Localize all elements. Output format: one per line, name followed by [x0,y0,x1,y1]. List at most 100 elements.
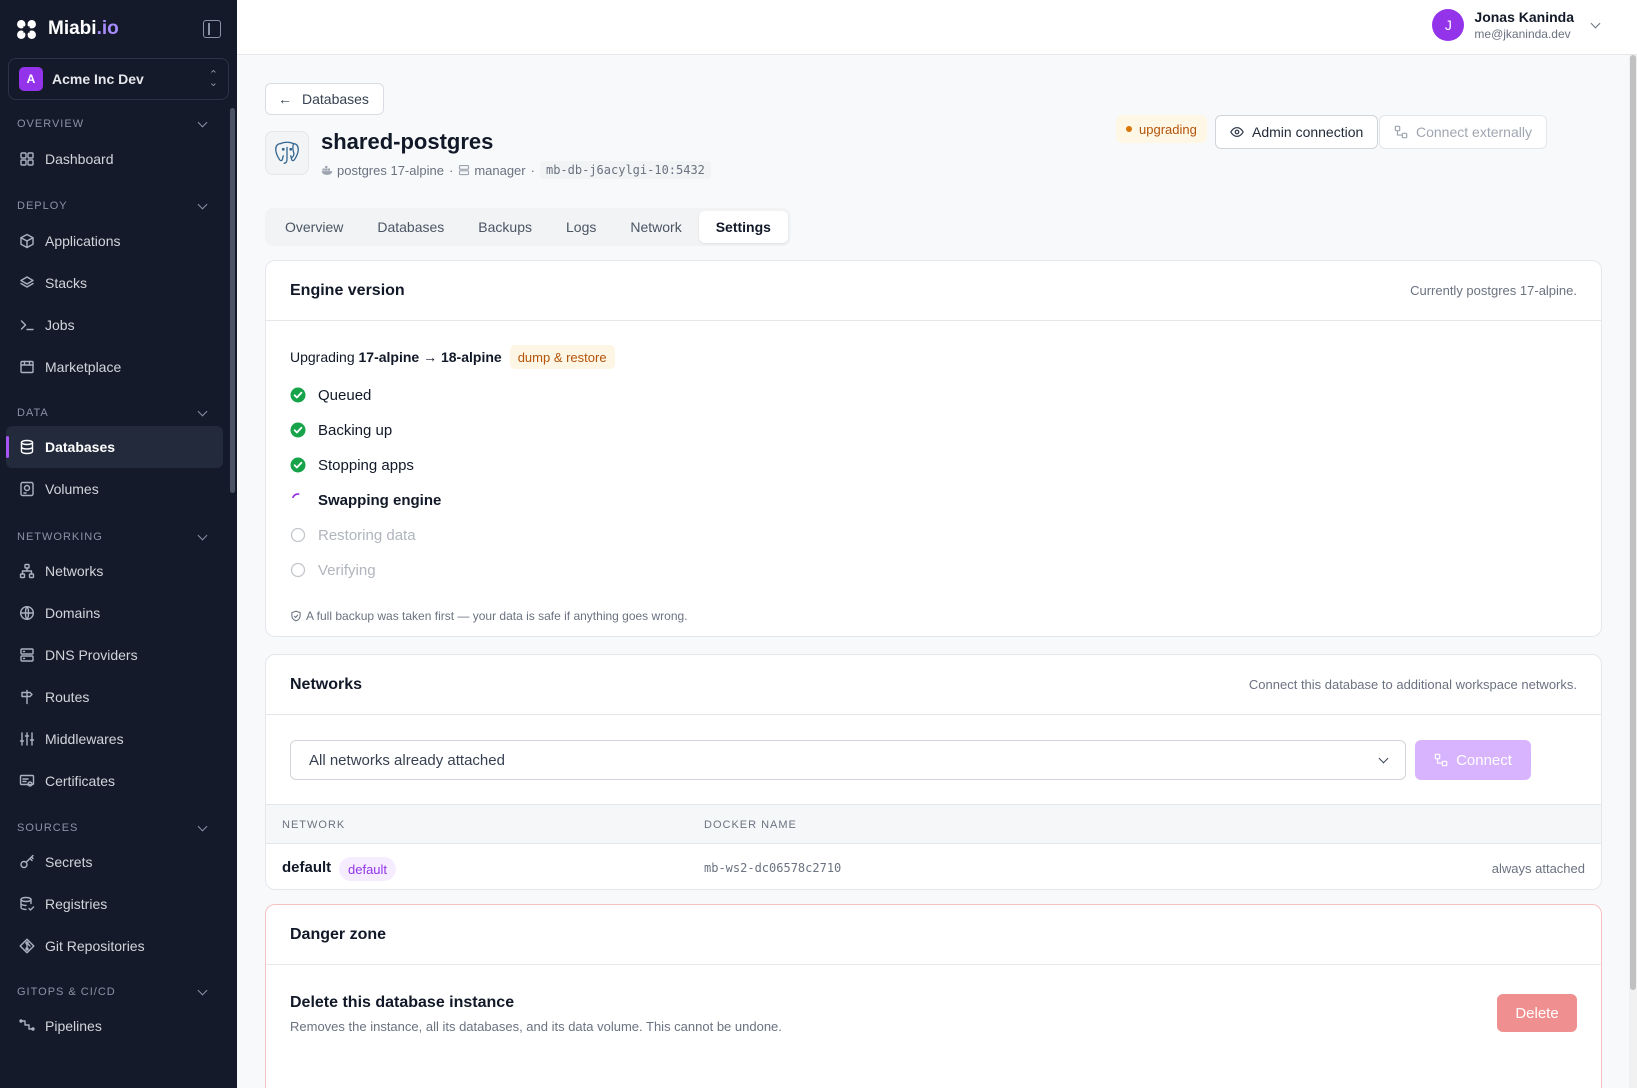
tab-network[interactable]: Network [613,211,698,243]
upgrade-step-backing-up: Backing up [290,419,392,441]
sidebar-item-databases[interactable]: Databases [6,426,223,468]
sidebar-item-secrets[interactable]: Secrets [6,841,223,883]
nav-section-overview: OVERVIEW Dashboard [0,114,229,167]
spinner-icon [290,492,306,508]
tab-bar: Overview Databases Backups Logs Network Setti… [265,208,791,246]
delete-instance-description: Removes the instance, all its databases,… [290,1019,782,1034]
db-meta: postgres 17-alpine · manager · mb-db-j6a… [321,161,711,179]
sidebar-item-label: Git Repositories [45,938,145,954]
empty-circle-icon [290,562,306,578]
delete-button[interactable]: Delete [1497,994,1577,1032]
sidebar-item-label: Middlewares [45,731,124,747]
section-header[interactable]: GITOPS & CI/CD [0,982,229,1002]
tab-databases[interactable]: Databases [360,211,461,243]
sidebar-item-label: Routes [45,689,90,705]
connect-network-button[interactable]: Connect [1415,740,1531,780]
sidebar-item-dashboard[interactable]: Dashboard [6,138,223,180]
nav-section-sources: SOURCES Secrets Registries Git Repositories [0,818,229,954]
sidebar-item-pipelines[interactable]: Pipelines [6,1005,223,1047]
sidebar-item-jobs[interactable]: Jobs [6,304,223,346]
page-title: shared-postgres [321,129,494,154]
engine-version-card: Engine version Currently postgres 17-alp… [265,260,1602,637]
check-circle-icon [290,422,306,438]
tab-backups[interactable]: Backups [461,211,549,243]
sidebar-item-stacks[interactable]: Stacks [6,262,223,304]
database-icon [19,439,35,455]
sidebar-item-registries[interactable]: Registries [6,883,223,925]
sidebar-item-routes[interactable]: Routes [6,676,223,718]
network-select[interactable]: All networks already attached [290,740,1406,780]
chevron-down-icon [1590,18,1601,28]
key-icon [19,854,35,870]
sidebar-item-git-repositories[interactable]: Git Repositories [6,925,223,967]
tab-logs[interactable]: Logs [549,211,613,243]
section-header[interactable]: NETWORKING [0,527,229,547]
section-header[interactable]: SOURCES [0,818,229,838]
engine-version: postgres 17-alpine [337,162,444,178]
admin-connection-button[interactable]: Admin connection [1215,115,1379,149]
terminal-icon [19,317,35,333]
chevron-down-icon [1378,753,1389,763]
check-circle-icon [290,387,306,403]
user-name: Jonas Kaninda [1474,9,1574,25]
nav-section-networking: NETWORKING Networks Domains DNS Providers Ro… [0,527,229,789]
default-badge: default [339,857,397,881]
tab-settings[interactable]: Settings [698,211,788,243]
sidebar-item-networks[interactable]: Networks [6,550,223,592]
workspace-switcher[interactable]: A Acme Inc Dev ⌃ ⌄ [8,58,229,100]
sidebar-item-label: DNS Providers [45,647,138,663]
sidebar-item-label: Stacks [45,275,88,291]
postgres-logo-icon [265,131,309,175]
section-header[interactable]: DEPLOY [0,196,229,216]
chevron-up-down-icon: ⌃ ⌄ [208,69,218,89]
upgrade-step-verifying: Verifying [290,559,376,581]
card-title: Danger zone [290,925,387,943]
chevron-down-icon [197,530,208,540]
network-icon [1434,753,1448,767]
sidebar: Miabi.io A Acme Inc Dev ⌃ ⌄ OVERVIEW Dashb… [0,0,237,1088]
connect-externally-button[interactable]: Connect externally [1379,115,1547,149]
nav-section-gitops-ci-cd: GITOPS & CI/CD Pipelines [0,982,229,1034]
globe-icon [19,605,35,621]
column-docker-name: DOCKER NAME [704,819,797,831]
sidebar-item-applications[interactable]: Applications [6,220,223,262]
sliders-icon [19,731,35,747]
sidebar-scrollbar[interactable] [230,108,235,493]
sidebar-item-marketplace[interactable]: Marketplace [6,346,223,388]
sidebar-item-domains[interactable]: Domains [6,592,223,634]
eye-icon [1230,125,1244,139]
sidebar-item-dns-providers[interactable]: DNS Providers [6,634,223,676]
sidebar-item-label: Volumes [45,481,99,497]
upgrade-step-stopping-apps: Stopping apps [290,454,414,476]
sidebar-item-volumes[interactable]: Volumes [6,468,223,510]
shield-check-icon [290,610,302,622]
section-header[interactable]: DATA [0,403,229,423]
tab-overview[interactable]: Overview [268,211,360,243]
docker-icon [321,164,333,176]
network-name: default [282,859,332,876]
sidebar-item-certificates[interactable]: Certificates [6,760,223,802]
sidebar-item-middlewares[interactable]: Middlewares [6,718,223,760]
sidebar-item-label: Jobs [45,317,75,333]
sidebar-toggle-icon[interactable] [203,20,221,38]
sidebar-item-label: Dashboard [45,151,114,167]
sidebar-item-label: Secrets [45,854,93,870]
card-subtitle: Connect this database to additional work… [1248,677,1577,692]
nav-section-data: DATA Databases Volumes [0,403,229,497]
section-header[interactable]: OVERVIEW [0,114,229,134]
sidebar-item-label: Marketplace [45,359,122,375]
nav-section-deploy: DEPLOY Applications Stacks Jobs Marketplace [0,196,229,375]
check-circle-icon [290,457,306,473]
chevron-down-icon [197,199,208,209]
miabi-logo-icon [16,19,37,40]
back-to-databases-button[interactable]: ← Databases [265,83,384,115]
workspace-avatar: A [19,67,43,91]
danger-zone-card: Danger zone Delete this database instanc… [265,904,1602,1088]
page-scrollbar[interactable] [1629,55,1637,1088]
signpost-icon [19,689,35,705]
user-menu[interactable]: J Jonas Kaninda me@jkaninda.dev [1432,9,1601,41]
upgrade-summary: Upgrading 17-alpine → 18-alpine dump & r… [290,345,615,369]
server-icon [458,164,470,176]
card-subtitle: Currently postgres 17-alpine. [1410,283,1577,298]
chevron-down-icon [197,985,208,995]
